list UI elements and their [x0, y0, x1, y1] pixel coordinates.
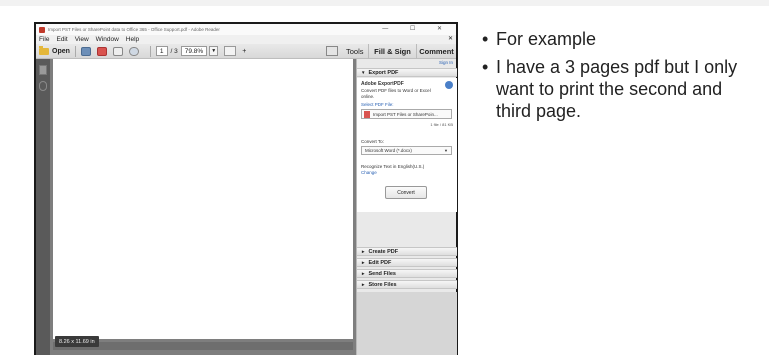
bullet-item: For example: [482, 28, 762, 50]
chevron-right-icon: ►: [361, 260, 366, 265]
recognize-text-label: Recognize Text in English(U.S.): [361, 164, 425, 169]
title-bar: Import PST Files or SharePoint data to O…: [36, 24, 456, 35]
top-strip: [0, 0, 769, 6]
select-tool-icon[interactable]: [224, 46, 237, 56]
left-margin: [0, 22, 34, 355]
page-thumbnails-icon[interactable]: [39, 65, 47, 75]
export-description: Convert PDF files to Word or Excel onlin…: [361, 88, 431, 99]
bullet-item: I have a 3 pages pdf but I only want to …: [482, 56, 762, 122]
document-area[interactable]: 8.26 x 11.69 in: [50, 59, 356, 355]
menu-window[interactable]: Window: [96, 36, 119, 43]
create-pdf-header[interactable]: ► Create PDF: [357, 247, 457, 256]
file-count: 1 file / 81 KB: [430, 122, 453, 127]
close-document-icon[interactable]: ✕: [448, 35, 453, 42]
open-button[interactable]: Open: [39, 45, 70, 55]
navigation-pane: [36, 59, 50, 355]
fill-sign-tab[interactable]: Fill & Sign: [368, 44, 416, 59]
export-pdf-section: Adobe ExportPDF Convert PDF files to Wor…: [357, 78, 457, 212]
chevron-right-icon: ►: [361, 271, 366, 276]
menu-file[interactable]: File: [39, 36, 49, 43]
selected-file-field[interactable]: Import PST Files or SharePoin...: [361, 109, 452, 119]
reading-mode-icon[interactable]: [326, 46, 338, 56]
change-link[interactable]: Change: [361, 170, 433, 176]
page-size-indicator: 8.26 x 11.69 in: [55, 336, 99, 347]
zoom-input[interactable]: 79.8%: [180, 46, 208, 56]
menu-edit[interactable]: Edit: [56, 36, 67, 43]
adobe-reader-screenshot: Import PST Files or SharePoint data to O…: [34, 22, 458, 355]
tools-tab[interactable]: Tools: [346, 47, 364, 56]
page-number-input[interactable]: 1: [155, 46, 168, 56]
more-tools-icon[interactable]: +: [242, 48, 246, 55]
send-files-header[interactable]: ► Send Files: [357, 269, 457, 278]
chevron-right-icon: ►: [361, 249, 366, 254]
toolbar: Open 1 / 3 79.8% ▼ + Tools Fill & Sign C…: [36, 44, 456, 59]
chevron-down-icon: ▼: [444, 148, 448, 153]
convert-button[interactable]: Convert: [385, 186, 427, 199]
comment-tab[interactable]: Comment: [416, 44, 456, 59]
edit-pdf-header[interactable]: ► Edit PDF: [357, 258, 457, 267]
attachments-icon[interactable]: [39, 81, 47, 91]
pdf-page[interactable]: [53, 59, 353, 339]
export-title: Adobe ExportPDF: [361, 81, 404, 87]
chevron-down-icon: ▼: [361, 70, 366, 75]
tools-panel: Sign In ▼ Export PDF Adobe ExportPDF Con…: [356, 59, 457, 355]
window-controls[interactable]: — ☐ ✕: [382, 25, 452, 32]
slide-bullets: For example I have a 3 pages pdf but I o…: [482, 28, 762, 128]
cloud-icon[interactable]: [128, 46, 139, 56]
menu-bar: File Edit View Window Help ✕: [36, 35, 456, 44]
export-pdf-icon: [445, 81, 453, 89]
save-icon[interactable]: [80, 46, 91, 56]
chevron-right-icon: ►: [361, 282, 366, 287]
zoom-dropdown-icon[interactable]: ▼: [209, 46, 219, 56]
create-pdf-icon[interactable]: [96, 46, 107, 56]
window-title: Import PST Files or SharePoint data to O…: [48, 27, 220, 32]
select-file-label: Select PDF File:: [361, 102, 394, 107]
menu-help[interactable]: Help: [126, 36, 139, 43]
toolbar-divider: [149, 45, 151, 57]
edit-icon[interactable]: [112, 46, 123, 56]
open-label: Open: [52, 47, 70, 55]
convert-to-label: Convert To:: [361, 139, 384, 144]
toolbar-divider: [74, 45, 76, 57]
store-files-header[interactable]: ► Store Files: [357, 280, 457, 289]
page-total: / 3: [170, 47, 178, 55]
export-pdf-header[interactable]: ▼ Export PDF: [357, 68, 457, 77]
convert-format-select[interactable]: Microsoft Word (*.docx) ▼: [361, 146, 452, 155]
pdf-file-icon: [364, 110, 370, 118]
menu-view[interactable]: View: [75, 36, 89, 43]
panel-empty-area: [357, 292, 457, 355]
slide: Import PST Files or SharePoint data to O…: [0, 0, 769, 356]
pdf-app-icon: [39, 26, 45, 33]
sign-in-link[interactable]: Sign In: [439, 60, 453, 65]
folder-icon: [39, 45, 49, 55]
